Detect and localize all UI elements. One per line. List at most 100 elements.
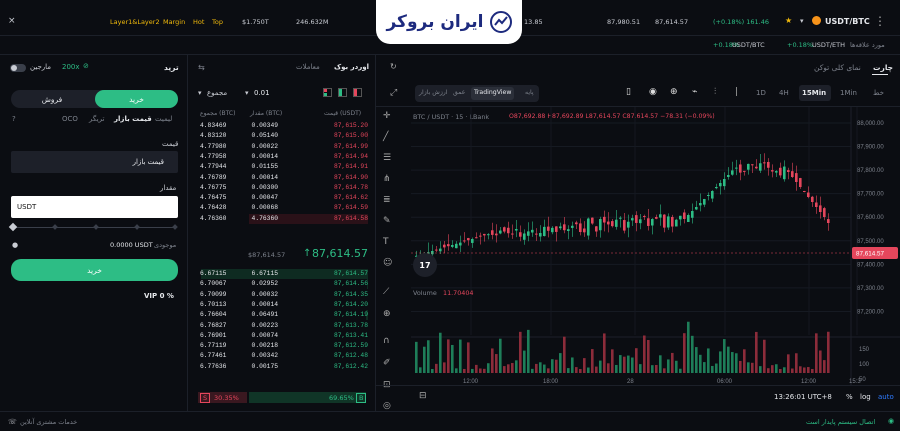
menu-icon[interactable]: ⋮ [874,14,886,28]
fav-pair[interactable]: USDT/BTC [732,41,765,49]
bid-row[interactable]: 6.76901 0.00074 87,613.41 [188,331,374,341]
star-icon[interactable]: ★ [785,16,792,25]
support-link[interactable]: خدمات مشتری آنلاین [20,418,77,426]
smile-icon[interactable]: ☺ [383,258,392,268]
price-field[interactable]: قیمت بازار [11,151,178,173]
ask-row[interactable]: 4.77980 0.00022 87,614.99 [188,142,374,152]
trendline-icon[interactable]: ╱ [383,132,388,142]
close-icon[interactable]: × [8,16,16,26]
divider [376,385,900,386]
scale-auto[interactable]: auto [878,393,894,401]
ask-row[interactable]: 4.76789 0.00014 87,614.90 [188,173,374,183]
order-type-limit[interactable]: لیمیت [155,115,172,123]
tab-token-overview[interactable]: نمای کلی توکن [814,63,861,72]
volume-bar [775,364,778,373]
bid-row[interactable]: 6.70099 0.00032 87,614.35 [188,290,374,300]
calendar-icon[interactable]: ⊟ [419,391,427,401]
ruler-icon[interactable]: ⟋ [383,287,389,297]
tab-chart[interactable]: چارت [873,63,893,72]
ask-row[interactable]: 4.77958 0.00014 87,614.94 [188,152,374,162]
view-tab-tradingview[interactable]: TradingView [471,87,515,100]
layout-icon[interactable]: ▯ [626,87,631,97]
replay-icon[interactable]: ⊕ [670,87,678,97]
candle-body [783,166,786,180]
text-icon[interactable]: T [383,237,389,247]
view-both-icon[interactable] [323,88,332,97]
fullscreen-icon[interactable]: ⤢ [390,88,397,98]
view-asks-icon[interactable] [353,88,362,97]
candlestick-chart[interactable]: 88,000.00 87,900.00 87,800.00 87,700.00 87,6… [411,107,900,385]
zoom-icon[interactable]: ⊕ [383,309,391,319]
ask-row[interactable]: 4.76475 0.00047 87,614.62 [188,193,374,203]
support-icon[interactable]: ☏ [8,418,17,426]
ask-row[interactable]: 4.77944 0.01155 87,614.91 [188,162,374,172]
buy-tab[interactable]: خرید [95,90,178,108]
pair-title[interactable]: USDT/BTC [825,17,870,26]
view-tab-basic[interactable]: پایه [525,89,534,96]
bid-row[interactable]: 6.70113 0.00014 87,614.20 [188,300,374,310]
view-tab-marketcap[interactable]: ارزش بازار [419,89,448,96]
sell-tab[interactable]: فروش [11,90,93,108]
submit-buy-button[interactable]: خرید [11,259,178,281]
eye-icon[interactable]: ◎ [383,401,391,411]
amount-field[interactable]: USDT [11,196,178,218]
margin-toggle[interactable] [10,64,26,72]
help-icon[interactable]: ? [12,115,16,123]
crosshair-icon[interactable]: ✛ [383,111,391,121]
bid-row[interactable]: 6.77461 0.00342 87,612.48 [188,351,374,361]
settings-icon[interactable]: ⇆ [198,63,205,72]
view-tab-depth[interactable]: عمق [453,89,465,96]
time-15min[interactable]: 15Min [802,89,826,97]
chevron-down-icon[interactable]: ▾ [245,89,249,97]
chevron-down-icon[interactable]: ▾ [198,89,202,97]
ask-row[interactable]: 4.83469 0.00349 87,615.20 [188,121,374,131]
bid-row[interactable]: 6.70067 0.02952 87,614.56 [188,279,374,290]
slider-handle[interactable] [8,222,18,232]
pencil-lock-icon[interactable]: ✐ [383,358,391,368]
volume-bar [647,340,650,373]
ticker-tag[interactable]: Margin [163,18,185,26]
time-line[interactable]: خط [873,89,884,97]
indicator-icon[interactable]: ⌁ [692,87,697,97]
candle-type-icon[interactable]: ⫶ [714,87,716,97]
ask-row[interactable]: 4.76428 0.00068 87,614.59 [188,203,374,213]
bid-row[interactable]: 6.67115 6.67115 87,614.57 [188,269,374,279]
view-bids-icon[interactable] [338,88,347,97]
chevron-down-icon[interactable]: ▾ [800,17,804,25]
fib-icon[interactable]: ≣ [383,195,391,205]
ask-row[interactable]: 4.76360 4.76360 87,614.58 [188,213,374,224]
ask-row[interactable]: 4.76775 0.00300 87,614.78 [188,183,374,193]
ticker-tag[interactable]: Top [212,18,223,26]
ticker-tag[interactable]: Hot [193,18,204,26]
pitchfork-icon[interactable]: ⋔ [383,174,391,184]
volume-bar [699,354,702,373]
fav-pair[interactable]: USDT/ETH [812,41,845,49]
volume-bar [691,335,694,373]
order-type-trigger[interactable]: تریگر [89,115,105,123]
order-type-market[interactable]: قیمت بازار [114,115,152,123]
brush-icon[interactable]: ✎ [383,216,391,226]
leverage-value[interactable]: 200x [62,63,80,71]
volume-bar [631,357,634,373]
scale-percent[interactable]: % [846,393,853,401]
bid-row[interactable]: 6.76604 0.06491 87,614.19 [188,310,374,321]
leverage-icon[interactable]: ⊘ [83,62,89,70]
tab-orderbook[interactable]: اوردر بوک [334,63,369,71]
ticker-tag[interactable]: Layer1&Layer2 [110,18,160,26]
hline-icon[interactable]: ☰ [383,153,391,163]
bid-row[interactable]: 6.77119 0.00218 87,612.59 [188,341,374,351]
time-1d[interactable]: 1D [756,89,766,97]
precision-select[interactable]: 0.01 [254,89,270,97]
alert-icon[interactable]: ↻ [390,62,397,71]
bid-row[interactable]: 6.76827 0.00223 87,613.78 [188,321,374,331]
magnet-icon[interactable]: ∩ [383,336,390,346]
time-1min[interactable]: 1Min [840,89,857,97]
camera-icon[interactable]: ◉ [649,87,657,97]
tab-trades[interactable]: معاملات [296,63,320,71]
time-4h[interactable]: 4H [779,89,789,97]
bid-row[interactable]: 6.77636 0.00175 87,612.42 [188,362,374,372]
group-label[interactable]: مجموع [207,89,227,97]
scale-log[interactable]: log [860,393,871,401]
order-type-oco[interactable]: OCO [62,115,78,123]
ask-row[interactable]: 4.83120 0.05140 87,615.00 [188,131,374,142]
